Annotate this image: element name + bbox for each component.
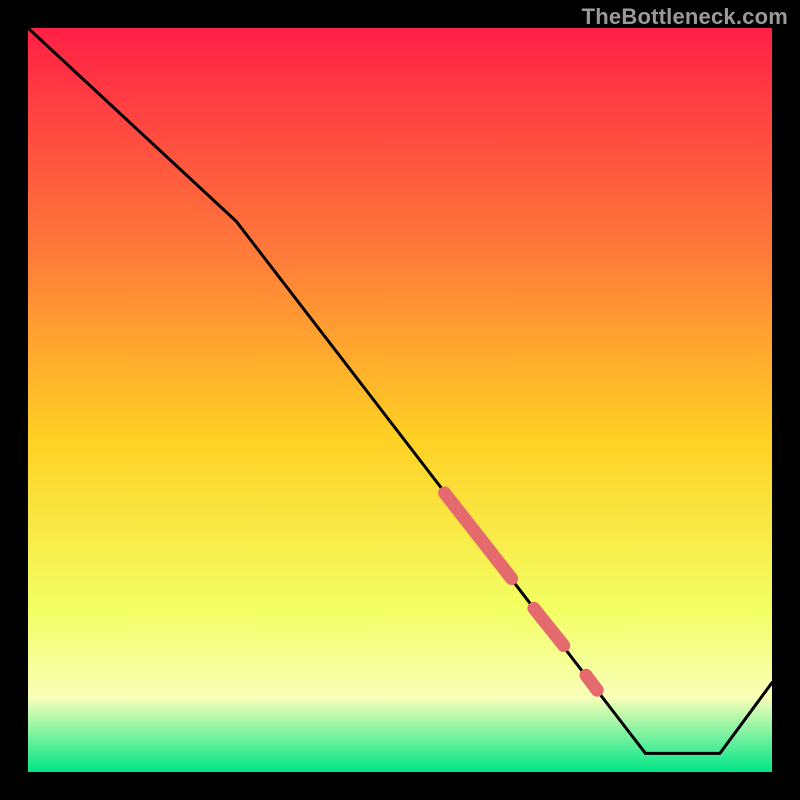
- watermark-text: TheBottleneck.com: [582, 4, 788, 30]
- highlight-segment-2: [586, 675, 597, 690]
- frame-right: [772, 0, 800, 800]
- frame-left: [0, 0, 28, 800]
- frame-bottom: [0, 772, 800, 800]
- bottleneck-chart: [0, 0, 800, 800]
- plot-background: [28, 28, 772, 772]
- chart-container: TheBottleneck.com: [0, 0, 800, 800]
